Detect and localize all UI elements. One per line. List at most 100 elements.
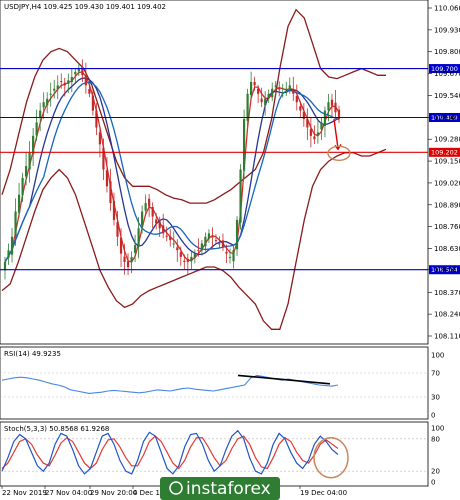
price-tick-label: 110.060: [434, 5, 460, 13]
time-tick-label: 22 Nov 2019: [2, 489, 47, 497]
time-tick-label: 29 Nov 20:00: [90, 489, 137, 497]
price-tick-label: 109.800: [434, 48, 460, 56]
price-tick-label: 109.020: [434, 179, 460, 187]
rsi-panel: [0, 346, 429, 420]
candle-body: [271, 88, 274, 98]
candle-body: [288, 85, 291, 90]
candle-body: [109, 181, 112, 204]
candle-body: [17, 194, 21, 213]
candle-body: [39, 110, 42, 118]
candle-body: [116, 222, 119, 237]
rsi-tick-label: 0: [431, 412, 435, 420]
rsi-tick-label: 100: [431, 352, 444, 360]
candle-body: [42, 102, 45, 108]
candle-body: [186, 258, 189, 262]
candle-body: [137, 228, 140, 246]
candle-body: [169, 236, 172, 241]
candle-body: [228, 256, 232, 258]
price-tick-label: 108.890: [434, 201, 460, 209]
candle-body: [260, 98, 263, 103]
price-tick-label: 109.670: [434, 70, 460, 78]
candle-body: [165, 235, 168, 237]
candle-body: [158, 221, 161, 229]
candle-body: [313, 136, 316, 140]
level-price-tag-label: 109.202: [431, 149, 458, 157]
candle-body: [10, 236, 14, 255]
stoch-tick-label: 100: [431, 425, 444, 433]
candle-body: [264, 98, 267, 106]
trading-chart: 109.700109.409109.202108.504 USDJPY,H4 1…: [0, 0, 460, 500]
candle-body: [204, 236, 207, 247]
candle-body: [214, 240, 218, 242]
candle-body: [225, 251, 228, 254]
candle-body: [320, 122, 323, 130]
candle-body: [193, 253, 196, 258]
candle-body: [292, 89, 295, 94]
candle-body: [330, 99, 334, 106]
time-tick-label: 27 Nov 04:00: [45, 489, 92, 497]
candle-body: [67, 80, 70, 84]
candle-body: [88, 89, 91, 94]
price-axis: 110.060 109.930 109.800 109.670 109.540 109.4…: [428, 5, 460, 341]
candle-body: [32, 135, 35, 155]
candle-body: [56, 85, 59, 90]
candle-body: [281, 92, 284, 94]
candle-body: [334, 102, 337, 113]
candle-body: [98, 132, 102, 145]
candle-body: [306, 119, 309, 128]
candle-body: [144, 203, 147, 211]
candle-body: [295, 96, 298, 103]
candle-body: [130, 256, 133, 263]
price-tick-label: 109.150: [434, 158, 460, 166]
price-tick-label: 108.110: [434, 333, 460, 341]
price-tick-label: 109.280: [434, 136, 460, 144]
symbol-header: USDJPY,H4 109.425 109.430 109.401 109.40…: [4, 3, 166, 11]
candle-body: [211, 236, 214, 238]
candle-body: [278, 88, 281, 90]
candle-body: [49, 93, 52, 95]
candle-body: [148, 198, 151, 207]
candle-body: [53, 88, 56, 91]
candle-body: [323, 110, 327, 126]
candle-body: [309, 128, 312, 136]
candle-body: [126, 261, 130, 268]
candle-body: [102, 147, 105, 170]
rsi-tick-label: 70: [431, 370, 440, 378]
candle-body: [253, 81, 256, 86]
candle-body: [63, 82, 66, 86]
rsi-label: RSI(14) 49.9235: [4, 350, 61, 358]
price-tick-label: 109.930: [434, 26, 460, 34]
stoch-tick-label: 20: [431, 468, 440, 476]
candle-body: [35, 122, 38, 136]
candle-body: [172, 243, 175, 245]
candle-body: [327, 102, 330, 111]
candle-body: [3, 261, 7, 271]
candle-body: [218, 243, 221, 245]
candle-body: [197, 249, 200, 251]
candle-body: [242, 119, 246, 171]
price-tick-label: 108.760: [434, 223, 460, 231]
candle-body: [119, 237, 123, 254]
rsi-tick-label: 30: [431, 394, 440, 402]
candle-body: [176, 247, 179, 251]
candle-body: [84, 76, 87, 86]
price-tick-label: 109.409: [434, 114, 460, 122]
watermark-text: instaforex: [186, 479, 271, 499]
price-tick-label: 108.370: [434, 289, 460, 297]
candle-body: [285, 88, 288, 90]
candle-body: [267, 93, 270, 98]
candle-body: [141, 211, 144, 226]
candle-body: [250, 82, 253, 96]
main-panel: [0, 0, 429, 345]
candle-body: [162, 225, 165, 234]
candle-body: [74, 71, 77, 75]
candle-body: [207, 233, 211, 239]
candle-body: [123, 256, 126, 262]
candle-body: [190, 256, 193, 262]
candle-body: [133, 245, 137, 253]
time-tick-label: 19 Dec 04:00: [300, 489, 347, 497]
candle-body: [257, 88, 260, 94]
price-tick-label: 108.240: [434, 311, 460, 319]
candle-body: [7, 250, 10, 258]
candle-body: [200, 243, 203, 251]
